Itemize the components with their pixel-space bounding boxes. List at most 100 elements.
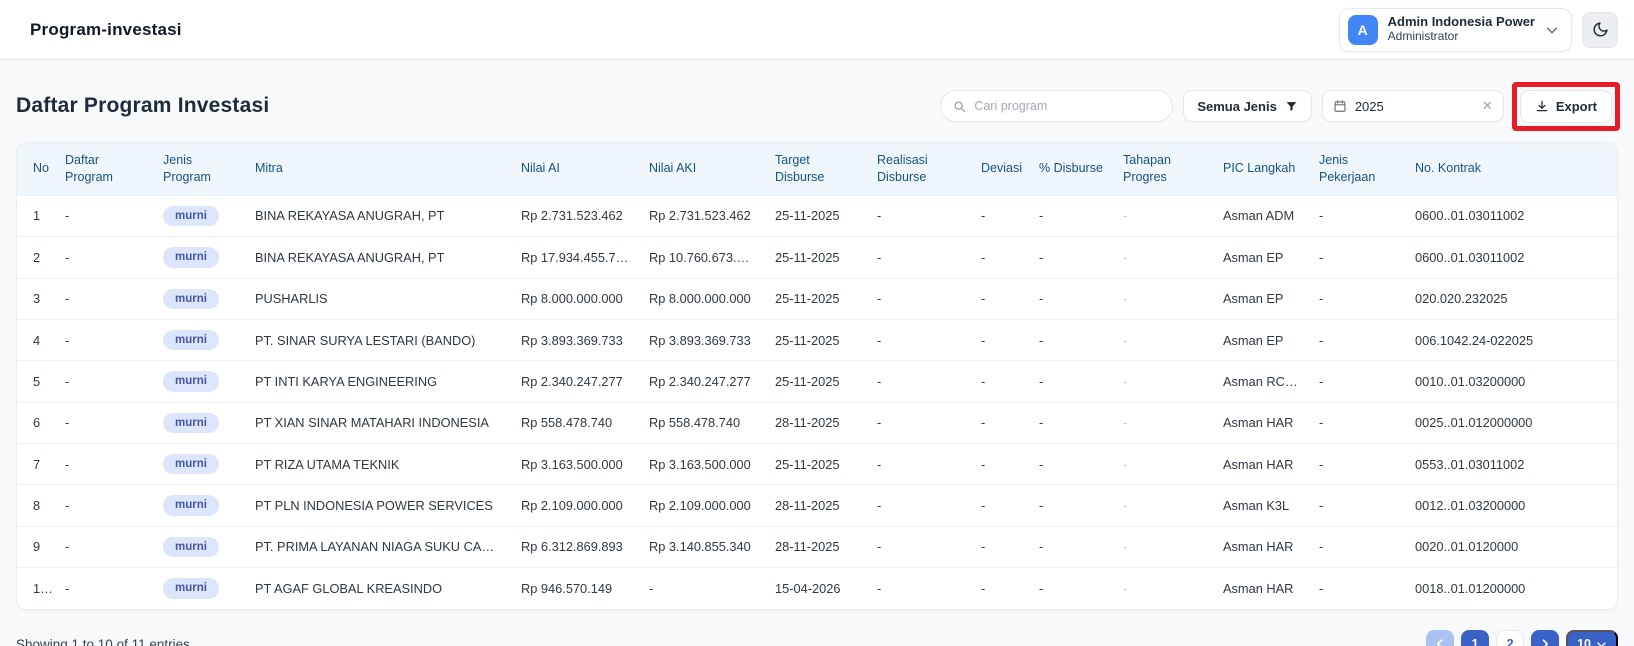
- table-row[interactable]: 9 - murni PT. PRIMA LAYANAN NIAGA SUKU C…: [17, 525, 1617, 568]
- cell-nilai-ai: Rp 2.109.000.000: [511, 484, 639, 527]
- cell-nilai-aki: Rp 2.340.247.277: [639, 360, 765, 403]
- jenis-program-badge: murni: [163, 329, 219, 351]
- table-card: No Daftar Program Jenis Program Mitra Ni…: [16, 142, 1618, 610]
- cell-no: 2: [17, 236, 55, 278]
- page-2-button[interactable]: 2: [1496, 630, 1525, 646]
- table-row[interactable]: 10 - murni PT AGAF GLOBAL KREASINDO Rp 9…: [17, 567, 1617, 609]
- cell-jenis-program: murni: [153, 360, 245, 403]
- cell-deviasi: -: [971, 401, 1029, 444]
- cell-jenis-pekerjaan: -: [1309, 484, 1405, 527]
- cell-jenis-pekerjaan: -: [1309, 236, 1405, 278]
- search-box[interactable]: [940, 90, 1174, 122]
- cell-daftar-program: -: [55, 236, 153, 278]
- year-value: 2025: [1354, 98, 1384, 114]
- jenis-program-badge: murni: [163, 247, 219, 268]
- cell-nilai-aki: Rp 3.140.855.340: [639, 525, 765, 568]
- cell-deviasi: -: [971, 277, 1029, 320]
- col-deviasi: Deviasi: [971, 143, 1029, 196]
- cell-mitra: PT. PRIMA LAYANAN NIAGA SUKU CADANG: [245, 525, 511, 568]
- jenis-program-badge: murni: [163, 495, 219, 516]
- cell-tahapan-progres: -: [1113, 318, 1213, 361]
- cell-daftar-program: -: [55, 442, 153, 485]
- cell-jenis-program: murni: [153, 236, 245, 278]
- user-menu[interactable]: A Admin Indonesia Power Administrator: [1338, 7, 1572, 52]
- cell-daftar-program: -: [55, 567, 153, 609]
- cell-no-kontrak: 0025..01.012000000: [1405, 401, 1617, 444]
- cell-jenis-program: murni: [153, 194, 245, 237]
- cell-mitra: BINA REKAYASA ANUGRAH, PT: [245, 194, 511, 237]
- table-row[interactable]: 3 - murni PUSHARLIS Rp 8.000.000.000 Rp …: [17, 277, 1617, 320]
- cell-pic-langkah: Asman ADM: [1213, 194, 1309, 237]
- search-icon: [953, 100, 966, 113]
- cell-nilai-aki: Rp 2.109.000.000: [639, 484, 765, 527]
- jenis-program-badge: murni: [163, 288, 219, 309]
- type-filter-button[interactable]: Semua Jenis: [1183, 90, 1312, 122]
- cell-pct-disburse: -: [1029, 194, 1113, 237]
- jenis-program-badge: murni: [163, 578, 219, 599]
- col-nilai-ai: Nilai AI: [511, 143, 639, 196]
- cell-pct-disburse: -: [1029, 277, 1113, 320]
- cell-deviasi: -: [971, 194, 1029, 237]
- clear-year-icon[interactable]: ✕: [1482, 98, 1493, 114]
- jenis-program-badge: murni: [163, 371, 219, 392]
- table-row[interactable]: 8 - murni PT PLN INDONESIA POWER SERVICE…: [17, 484, 1617, 527]
- table-row[interactable]: 2 - murni BINA REKAYASA ANUGRAH, PT Rp 1…: [17, 236, 1617, 278]
- user-name: Admin Indonesia Power: [1387, 14, 1535, 30]
- table-header: No Daftar Program Jenis Program Mitra Ni…: [17, 143, 1617, 196]
- table-row[interactable]: 4 - murni PT. SINAR SURYA LESTARI (BANDO…: [17, 318, 1617, 361]
- cell-jenis-pekerjaan: -: [1309, 525, 1405, 568]
- cell-no: 9: [17, 525, 55, 568]
- export-button[interactable]: Export: [1519, 89, 1612, 123]
- year-picker[interactable]: 2025 ✕: [1321, 90, 1504, 122]
- cell-realisasi-disburse: -: [867, 401, 971, 444]
- table-row[interactable]: 6 - murni PT XIAN SINAR MATAHARI INDONES…: [17, 401, 1617, 444]
- table-row[interactable]: 5 - murni PT INTI KARYA ENGINEERING Rp 2…: [17, 360, 1617, 403]
- cell-daftar-program: -: [55, 401, 153, 444]
- cell-no-kontrak: 0020..01.0120000: [1405, 525, 1617, 568]
- cell-tahapan-progres: -: [1113, 525, 1213, 568]
- jenis-program-badge: murni: [163, 536, 219, 558]
- cell-jenis-program: murni: [153, 442, 245, 485]
- dark-mode-toggle[interactable]: [1582, 11, 1618, 48]
- cell-pct-disburse: -: [1029, 401, 1113, 444]
- cell-target-disburse: 25-11-2025: [765, 442, 867, 485]
- cell-tahapan-progres: -: [1113, 401, 1213, 444]
- cell-jenis-pekerjaan: -: [1309, 401, 1405, 444]
- cell-pct-disburse: -: [1029, 318, 1113, 361]
- export-label: Export: [1555, 98, 1597, 114]
- col-no: No: [17, 143, 55, 196]
- jenis-program-badge: murni: [163, 412, 219, 433]
- chevron-down-icon: [1545, 23, 1559, 37]
- cell-tahapan-progres: -: [1113, 277, 1213, 320]
- cell-pct-disburse: -: [1029, 360, 1113, 403]
- cell-nilai-ai: Rp 2.731.523.462: [511, 194, 639, 237]
- col-mitra: Mitra: [245, 143, 511, 196]
- cell-deviasi: -: [971, 484, 1029, 527]
- cell-target-disburse: 28-11-2025: [765, 401, 867, 444]
- page-size-value: 10: [1577, 637, 1591, 646]
- search-input[interactable]: [974, 99, 1161, 113]
- prev-page-button[interactable]: [1426, 630, 1455, 646]
- cell-target-disburse: 25-11-2025: [765, 318, 867, 361]
- moon-icon: [1592, 21, 1609, 38]
- topbar-actions: A Admin Indonesia Power Administrator: [1338, 7, 1618, 52]
- cell-no: 6: [17, 401, 55, 444]
- cell-nilai-ai: Rp 946.570.149: [511, 567, 639, 609]
- next-page-button[interactable]: [1531, 630, 1560, 646]
- cell-pic-langkah: Asman RCBM: [1213, 360, 1309, 403]
- cell-jenis-program: murni: [153, 567, 245, 609]
- cell-realisasi-disburse: -: [867, 484, 971, 527]
- table-row[interactable]: 7 - murni PT RIZA UTAMA TEKNIK Rp 3.163.…: [17, 442, 1617, 485]
- cell-target-disburse: 25-11-2025: [765, 194, 867, 237]
- page-title: Daftar Program Investasi: [16, 94, 270, 117]
- table-row[interactable]: 1 - murni BINA REKAYASA ANUGRAH, PT Rp 2…: [17, 194, 1617, 237]
- cell-realisasi-disburse: -: [867, 277, 971, 320]
- cell-no: 1: [17, 194, 55, 237]
- cell-realisasi-disburse: -: [867, 525, 971, 568]
- cell-realisasi-disburse: -: [867, 318, 971, 361]
- download-icon: [1535, 99, 1549, 113]
- page-1-button[interactable]: 1: [1461, 630, 1490, 646]
- cell-mitra: PT INTI KARYA ENGINEERING: [245, 360, 511, 403]
- cell-deviasi: -: [971, 236, 1029, 278]
- page-size-dropdown[interactable]: 10: [1566, 629, 1618, 646]
